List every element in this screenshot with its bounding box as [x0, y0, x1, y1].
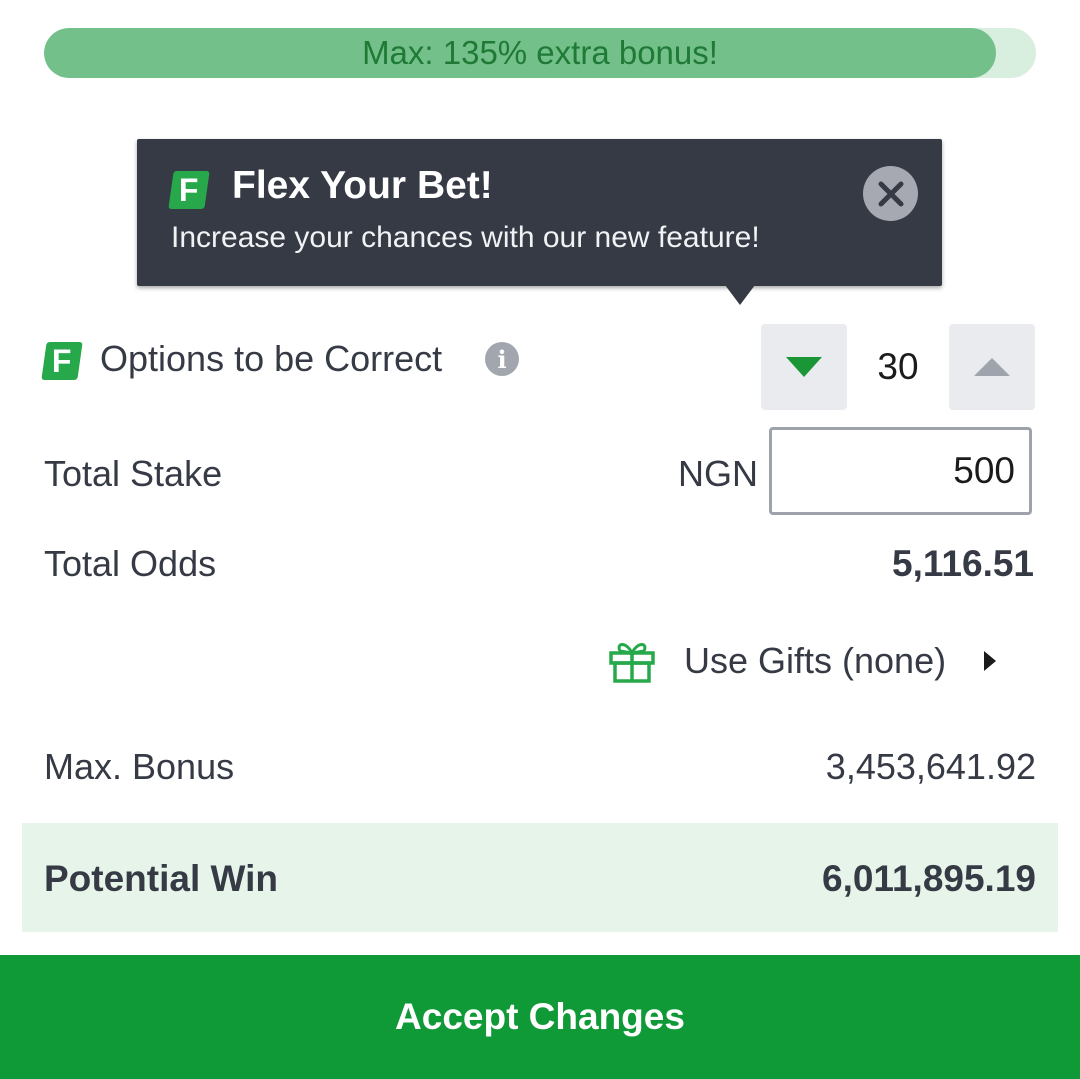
tooltip-text: Increase your chances with our new featu… [171, 221, 760, 254]
total-stake-label: Total Stake [44, 453, 223, 494]
potential-win-row: Potential Win 6,011,895.19 [22, 823, 1058, 932]
currency-label: NGN [678, 453, 758, 494]
options-decrease-button[interactable] [761, 324, 847, 410]
flex-logo-icon: F [41, 342, 83, 380]
close-icon [878, 181, 903, 206]
caret-down-icon [786, 357, 822, 377]
options-value: 30 [877, 346, 919, 387]
tooltip-close-button[interactable] [863, 166, 918, 221]
tooltip-arrow [725, 285, 755, 305]
total-odds-label: Total Odds [44, 543, 217, 584]
options-correct-label: Options to be Correct [100, 338, 443, 379]
stake-input[interactable] [769, 427, 1032, 515]
max-bonus-label: Max. Bonus [44, 746, 235, 787]
max-bonus-value: 3,453,641.92 [825, 746, 1036, 787]
options-increase-button[interactable] [949, 324, 1035, 410]
bonus-progress-label: Max: 135% extra bonus! [362, 34, 718, 71]
gift-icon [609, 643, 655, 683]
use-gifts-button[interactable]: Use Gifts (none) [608, 636, 997, 686]
bonus-progress-bar: Max: 135% extra bonus! [44, 28, 1036, 78]
flex-logo-icon: F [168, 171, 210, 209]
use-gifts-label: Use Gifts (none) [684, 640, 947, 681]
accept-changes-label: Accept Changes [395, 996, 685, 1037]
chevron-right-icon [984, 651, 997, 671]
caret-up-icon [974, 358, 1010, 376]
potential-win-value: 6,011,895.19 [822, 858, 1036, 899]
total-odds-value: 5,116.51 [892, 543, 1034, 584]
potential-win-label: Potential Win [44, 858, 278, 899]
info-icon[interactable]: i [485, 342, 519, 376]
accept-changes-button[interactable]: Accept Changes [0, 955, 1080, 1079]
tooltip-title: Flex Your Bet! [232, 164, 493, 207]
flex-bet-tooltip: F Flex Your Bet! Increase your chances w… [137, 139, 942, 305]
